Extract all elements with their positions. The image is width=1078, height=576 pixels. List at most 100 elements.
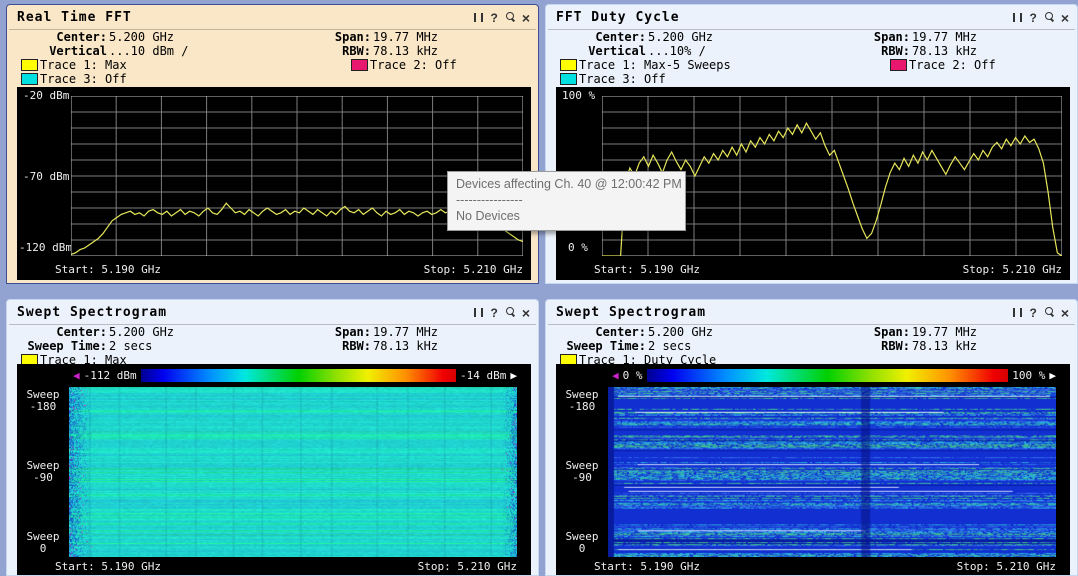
scale-min-arrow-icon[interactable]: ◀ bbox=[612, 370, 619, 381]
x-stop-label: Stop: 5.210 GHz bbox=[424, 263, 523, 276]
sweep-time-value: 2 secs bbox=[109, 339, 152, 353]
scale-min-label: 0 % bbox=[623, 369, 643, 382]
scale-max-label: 100 % bbox=[1012, 369, 1045, 382]
help-icon: ? bbox=[490, 13, 497, 23]
rbw-label: RBW: bbox=[846, 339, 910, 353]
close-button[interactable]: × bbox=[522, 307, 530, 319]
color-gradient-bar bbox=[141, 369, 456, 382]
pause-button[interactable] bbox=[474, 307, 483, 319]
help-button[interactable]: ? bbox=[490, 307, 497, 319]
x-start-label: Start: 5.190 GHz bbox=[55, 560, 161, 573]
pause-button[interactable] bbox=[1013, 307, 1022, 319]
close-icon: × bbox=[1061, 308, 1069, 318]
rbw-value: 78.13 kHz bbox=[912, 339, 977, 353]
vertical-label: Vertical bbox=[554, 44, 646, 58]
scale-max-arrow-icon[interactable]: ▶ bbox=[510, 370, 517, 381]
zoom-button[interactable] bbox=[505, 12, 515, 24]
sweep-value: -180 bbox=[556, 401, 608, 413]
panel-real-time-fft: Real Time FFT ? × Center: 5.200 GHz Span… bbox=[6, 4, 539, 284]
sweep-value: 0 bbox=[17, 543, 69, 555]
panel-fft-duty-cycle: FFT Duty Cycle ? × Center: 5.200 GHz Spa… bbox=[545, 4, 1078, 284]
titlebar: Swept Spectrogram ? × bbox=[546, 300, 1077, 323]
scale-min-arrow-icon[interactable]: ◀ bbox=[73, 370, 80, 381]
trace2-label: Trace 2: Off bbox=[370, 58, 457, 72]
sweep-time-label: Sweep Time: bbox=[554, 339, 646, 353]
panel-swept-spectrogram-duty: Swept Spectrogram ? × Center: 5.200 GHz … bbox=[545, 299, 1078, 576]
center-value: 5.200 GHz bbox=[648, 30, 713, 44]
spectrogram-canvas[interactable] bbox=[608, 387, 1056, 557]
magnifier-icon bbox=[1044, 12, 1054, 23]
devices-tooltip: Devices affecting Ch. 40 @ 12:00:42 PM -… bbox=[447, 171, 686, 231]
color-scale: ◀ -112 dBm -14 dBm ▶ bbox=[73, 368, 517, 383]
trace1-swatch bbox=[560, 59, 577, 71]
close-button[interactable]: × bbox=[522, 12, 530, 24]
center-value: 5.200 GHz bbox=[109, 30, 174, 44]
zoom-button[interactable] bbox=[1044, 12, 1054, 24]
help-icon: ? bbox=[1029, 308, 1036, 318]
panel-title: Swept Spectrogram bbox=[556, 305, 1013, 320]
close-icon: × bbox=[522, 308, 530, 318]
close-icon: × bbox=[1061, 13, 1069, 23]
span-value: 19.77 MHz bbox=[373, 30, 438, 44]
trace3-swatch bbox=[21, 73, 38, 85]
vertical-label: Vertical bbox=[15, 44, 107, 58]
help-button[interactable]: ? bbox=[1029, 12, 1036, 24]
center-value: 5.200 GHz bbox=[648, 325, 713, 339]
vertical-value: ...10% / bbox=[648, 44, 706, 58]
panel-title: FFT Duty Cycle bbox=[556, 10, 1013, 25]
scale-min-label: -112 dBm bbox=[84, 369, 137, 382]
center-label: Center: bbox=[15, 30, 107, 44]
pause-button[interactable] bbox=[1013, 12, 1022, 24]
magnifier-icon bbox=[505, 307, 515, 318]
trace1-swatch bbox=[21, 59, 38, 71]
center-label: Center: bbox=[554, 325, 646, 339]
rbw-value: 78.13 kHz bbox=[912, 44, 977, 58]
rbw-label: RBW: bbox=[307, 44, 371, 58]
magnifier-icon bbox=[1044, 307, 1054, 318]
pause-button[interactable] bbox=[474, 12, 483, 24]
trace1-label: Trace 1: Max-5 Sweeps bbox=[579, 58, 731, 72]
span-value: 19.77 MHz bbox=[912, 325, 977, 339]
x-stop-label: Stop: 5.210 GHz bbox=[418, 560, 517, 573]
y-axis-bottom-label: -120 dBm bbox=[19, 241, 72, 254]
span-label: Span: bbox=[846, 325, 910, 339]
zoom-button[interactable] bbox=[1044, 307, 1054, 319]
close-button[interactable]: × bbox=[1061, 12, 1069, 24]
y-axis-top-label: -20 dBm bbox=[23, 89, 69, 102]
trace3-label: Trace 3: Off bbox=[579, 72, 666, 86]
scale-max-label: -14 dBm bbox=[460, 369, 506, 382]
zoom-button[interactable] bbox=[505, 307, 515, 319]
center-value: 5.200 GHz bbox=[109, 325, 174, 339]
rbw-label: RBW: bbox=[846, 44, 910, 58]
span-label: Span: bbox=[307, 30, 371, 44]
color-scale: ◀ 0 % 100 % ▶ bbox=[612, 368, 1056, 383]
sweep-value: -180 bbox=[17, 401, 69, 413]
color-gradient-bar bbox=[647, 369, 1009, 382]
sweep-value: -90 bbox=[17, 472, 69, 484]
panel-title: Swept Spectrogram bbox=[17, 305, 474, 320]
center-label: Center: bbox=[554, 30, 646, 44]
span-label: Span: bbox=[307, 325, 371, 339]
x-start-label: Start: 5.190 GHz bbox=[594, 263, 700, 276]
trace2-swatch bbox=[351, 59, 368, 71]
center-label: Center: bbox=[15, 325, 107, 339]
help-icon: ? bbox=[1029, 13, 1036, 23]
spectrogram-canvas[interactable] bbox=[69, 387, 517, 557]
help-button[interactable]: ? bbox=[490, 12, 497, 24]
help-button[interactable]: ? bbox=[1029, 307, 1036, 319]
y-axis-mid-label: -70 dBm bbox=[23, 170, 69, 183]
vertical-value: ...10 dBm / bbox=[109, 44, 188, 58]
spectrogram-area[interactable]: ◀ -112 dBm -14 dBm ▶ Sweep-180 Sweep-90 … bbox=[17, 364, 531, 575]
panel-title: Real Time FFT bbox=[17, 10, 474, 25]
pause-icon bbox=[474, 308, 483, 317]
panel-swept-spectrogram-power: Swept Spectrogram ? × Center: 5.200 GHz … bbox=[6, 299, 539, 576]
tooltip-separator: ---------------- bbox=[456, 192, 677, 208]
rbw-value: 78.13 kHz bbox=[373, 44, 438, 58]
close-button[interactable]: × bbox=[1061, 307, 1069, 319]
span-value: 19.77 MHz bbox=[912, 30, 977, 44]
spectrogram-area[interactable]: ◀ 0 % 100 % ▶ Sweep-180 Sweep-90 Sweep0 … bbox=[556, 364, 1070, 575]
scale-max-arrow-icon[interactable]: ▶ bbox=[1049, 370, 1056, 381]
sweep-time-label: Sweep Time: bbox=[15, 339, 107, 353]
close-icon: × bbox=[522, 13, 530, 23]
tooltip-body: No Devices bbox=[456, 208, 677, 224]
